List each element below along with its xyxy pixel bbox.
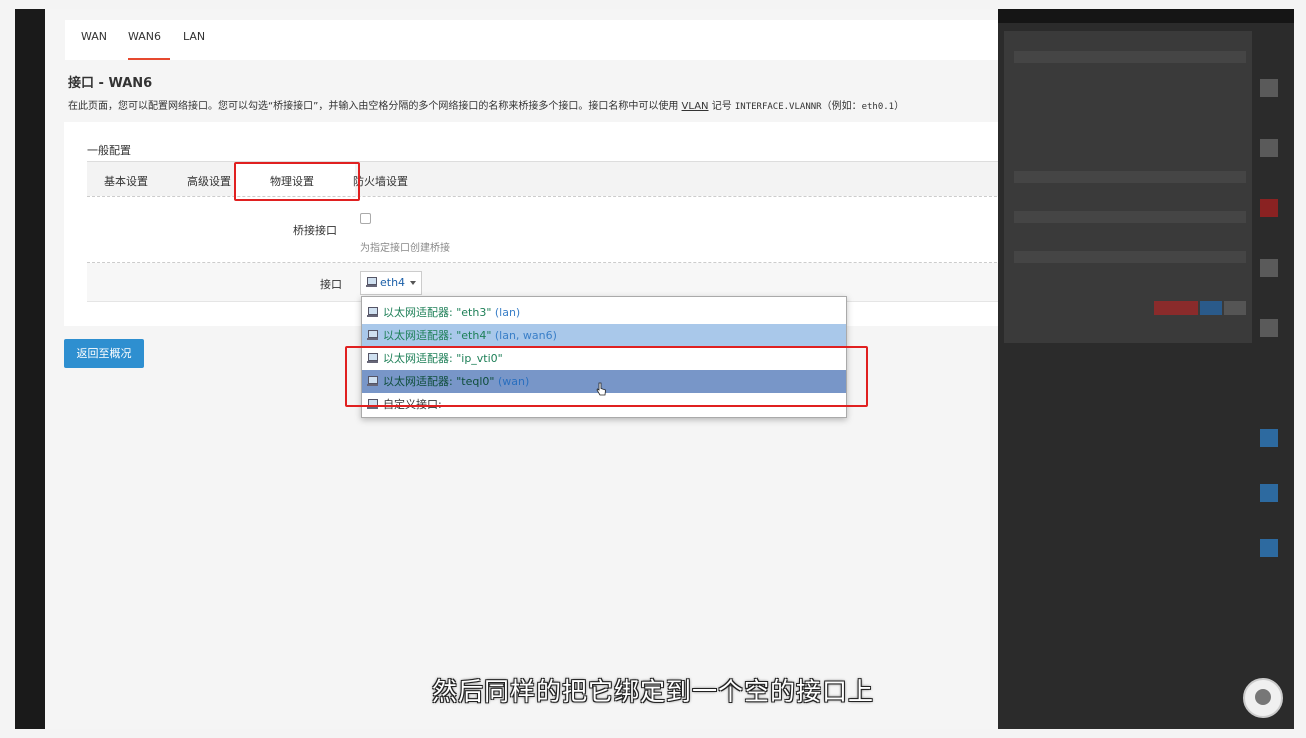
background-window (998, 9, 1294, 729)
description-text: 在此页面，您可以配置网络接口。您可以勾选“桥接接口”，并输入由空格分隔的多个网络… (68, 101, 682, 112)
vlan-link[interactable]: VLAN (682, 101, 709, 112)
description-text: （例如： (821, 101, 862, 112)
dropdown-item-label: 以太网适配器: "eth3" (lan) (383, 301, 520, 324)
channel-logo (1243, 678, 1283, 718)
active-tab-indicator (128, 58, 170, 60)
menu-bar (998, 9, 1294, 23)
dropdown-item-label: 以太网适配器: "eth4" (lan, wan6) (383, 324, 557, 347)
description-text: ） (894, 101, 905, 112)
desktop-icon (1260, 429, 1278, 447)
desktop-icon (1260, 199, 1278, 217)
background-panel (1004, 31, 1252, 343)
tab-lan[interactable]: LAN (183, 30, 205, 43)
subtab-firewall[interactable]: 防火墙设置 (353, 173, 408, 189)
bridge-hint: 为指定接口创建桥接 (360, 243, 450, 254)
section-title: 一般配置 (87, 144, 131, 157)
caret-down-icon (410, 281, 416, 285)
page-description: 在此页面，您可以配置网络接口。您可以勾选“桥接接口”，并输入由空格分隔的多个网络… (68, 97, 904, 112)
description-text: 记号 (708, 101, 735, 112)
interface-select-value: eth4 (380, 276, 406, 289)
subtab-advanced[interactable]: 高级设置 (187, 173, 231, 189)
desktop-left-strip (15, 9, 45, 729)
bridge-checkbox[interactable] (360, 213, 371, 224)
tab-wan6[interactable]: WAN6 (128, 30, 161, 43)
desktop-icon (1260, 539, 1278, 557)
hand-cursor-icon (596, 382, 606, 396)
ethernet-adapter-icon (366, 277, 377, 288)
back-to-overview-button[interactable]: 返回至概况 (64, 339, 144, 368)
desktop-icon (1260, 484, 1278, 502)
bridge-label: 桥接接口 (293, 224, 337, 237)
dropdown-item-tag: (lan) (494, 306, 521, 319)
interface-select[interactable]: eth4 (360, 271, 422, 295)
description-code: eth0.1 (861, 102, 895, 112)
highlight-physical-tab (234, 162, 360, 201)
video-subtitle: 然后同样的把它绑定到一个空的接口上 (431, 677, 874, 706)
desktop-icon (1260, 259, 1278, 277)
desktop-icon (1260, 79, 1278, 97)
subtab-basic[interactable]: 基本设置 (104, 173, 148, 189)
dropdown-item-eth4[interactable]: 以太网适配器: "eth4" (lan, wan6) (362, 324, 846, 347)
config-subtabs: 基本设置 高级设置 物理设置 防火墙设置 (87, 161, 998, 196)
tab-wan[interactable]: WAN (81, 30, 107, 43)
dropdown-item-text: 以太网适配器: "eth4" (383, 329, 492, 342)
dropdown-item-tag: (lan, wan6) (494, 329, 557, 342)
interface-tabbar: WAN WAN6 LAN (65, 20, 998, 60)
desktop-icon (1260, 139, 1278, 157)
page-title: 接口 - WAN6 (68, 76, 153, 91)
highlight-interface-options (345, 346, 868, 407)
dropdown-item-text: 以太网适配器: "eth3" (383, 306, 492, 319)
desktop-icon (1260, 319, 1278, 337)
divider (87, 196, 998, 197)
interface-label: 接口 (320, 278, 342, 291)
description-code: INTERFACE.VLANNR (734, 102, 822, 112)
dropdown-item-eth3[interactable]: 以太网适配器: "eth3" (lan) (362, 301, 846, 324)
